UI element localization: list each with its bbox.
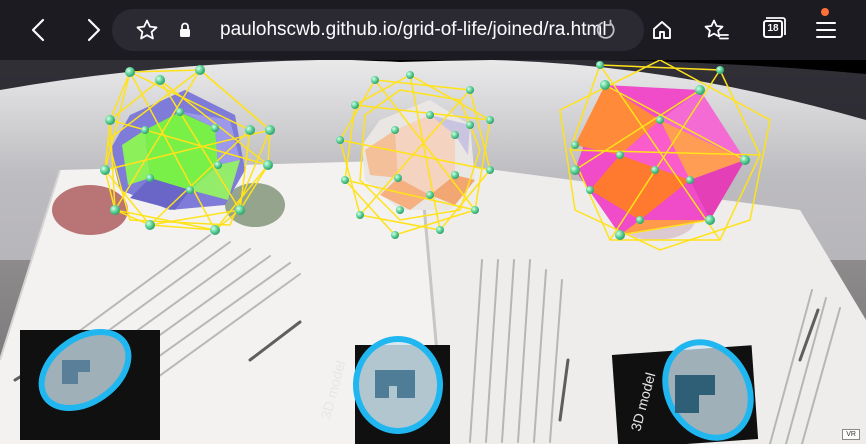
update-badge [821, 8, 829, 16]
chevron-left-icon[interactable] [22, 14, 54, 46]
browser-toolbar: paulohscwb.github.io/grid-of-life/joined… [0, 0, 866, 60]
reload-icon[interactable] [594, 18, 618, 42]
tab-count[interactable]: 18 [763, 20, 783, 38]
hamburger-menu-icon[interactable] [812, 16, 840, 44]
vr-button[interactable]: VR [842, 429, 860, 440]
home-icon[interactable] [648, 16, 676, 44]
ar-camera-view[interactable]: 3D model 3D model VR [0, 60, 866, 444]
url-text[interactable]: paulohscwb.github.io/grid-of-life/joined… [220, 9, 607, 51]
lock-icon[interactable] [176, 21, 194, 39]
ar-scene-graphic: 3D model 3D model [0, 60, 866, 444]
star-icon[interactable] [134, 17, 160, 43]
url-bar[interactable]: paulohscwb.github.io/grid-of-life/joined… [112, 9, 644, 51]
star-list-icon[interactable] [701, 16, 731, 44]
chevron-right-icon[interactable] [78, 14, 110, 46]
